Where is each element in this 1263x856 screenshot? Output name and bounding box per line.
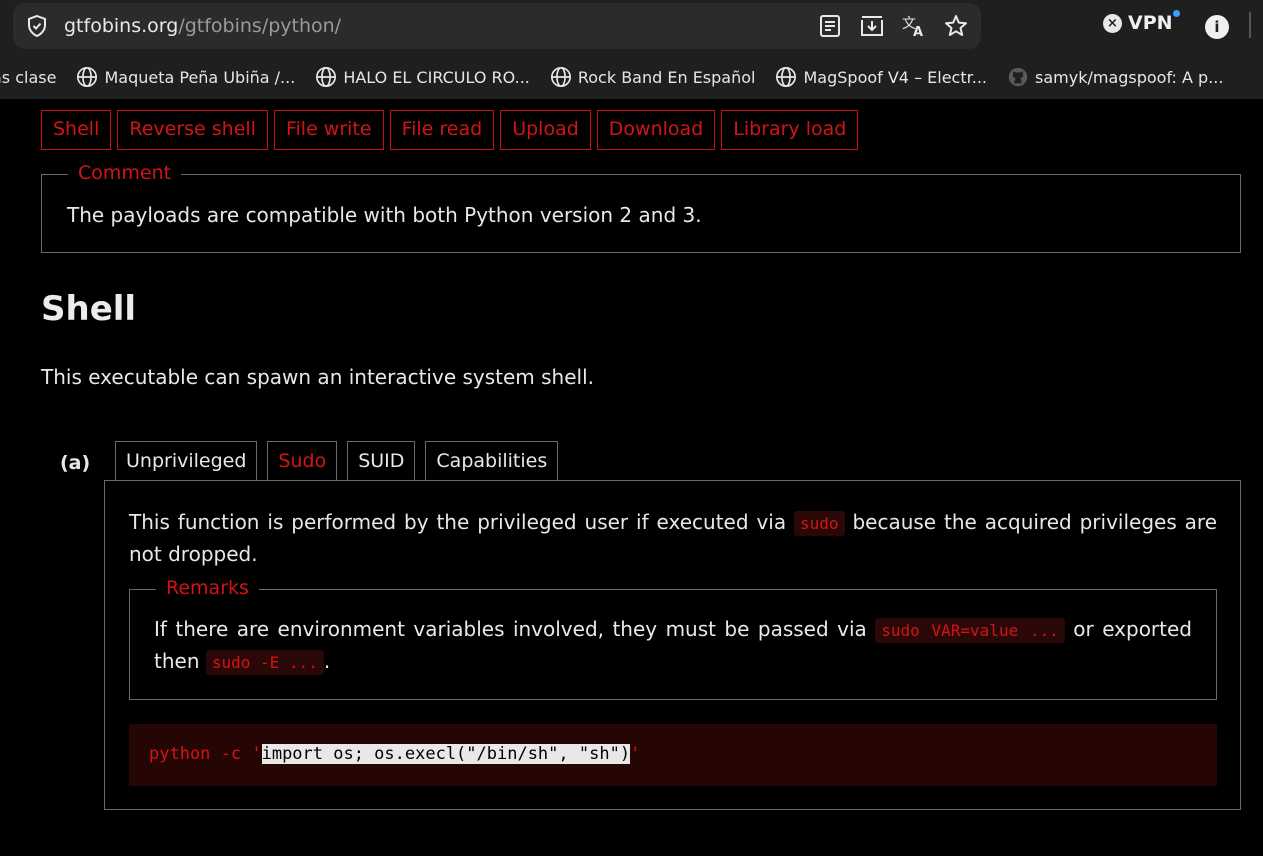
vpn-button[interactable]: × VPN [1103, 10, 1180, 34]
section-title: Shell [41, 289, 137, 329]
tab-sudo[interactable]: Sudo [267, 441, 338, 481]
inline-code: sudo VAR=value ... [875, 618, 1065, 643]
install-app-icon[interactable] [857, 13, 887, 39]
comment-box: Comment The payloads are compatible with… [41, 162, 1241, 253]
bookmark-item[interactable]: MagSpoof V4 – Electr... [775, 66, 987, 88]
globe-icon [776, 67, 797, 87]
status-dot [1173, 10, 1180, 17]
function-tabs: Shell Reverse shell File write File read… [41, 110, 859, 150]
bookmark-item[interactable]: Rock Band En Español [550, 66, 756, 88]
bookmark-item[interactable]: as clase [0, 68, 56, 87]
github-icon [1008, 67, 1028, 87]
code-line[interactable]: python -c 'import os; os.execl("/bin/sh"… [149, 744, 640, 764]
url-text[interactable]: gtfobins.org/gtfobins/python/ [64, 15, 341, 37]
bookmark-label: samyk/magspoof: A p... [1035, 67, 1224, 87]
page-content: Shell Reverse shell File write File read… [0, 99, 1263, 856]
comment-legend: Comment [68, 162, 182, 184]
shield-icon[interactable] [25, 14, 49, 38]
bookmarks-bar: as clase Maqueta Peña Ubiña /... HALO EL… [0, 62, 1263, 92]
code-suffix: ' [630, 744, 641, 764]
remarks-legend: Remarks [156, 577, 259, 599]
example-label: (a) [60, 452, 91, 474]
globe-icon [316, 67, 337, 87]
close-icon: × [1103, 13, 1122, 33]
function-tab-download[interactable]: Download [596, 110, 716, 150]
text-fragment: . [323, 649, 331, 673]
inline-code: sudo -E ... [205, 650, 324, 675]
url-host: gtfobins.org [64, 15, 179, 37]
vpn-label: VPN [1128, 12, 1173, 34]
function-tab-library-load[interactable]: Library load [721, 110, 859, 150]
bookmark-star-icon[interactable] [941, 13, 971, 39]
reader-mode-icon[interactable] [815, 13, 845, 39]
address-bar[interactable]: gtfobins.org/gtfobins/python/ 文A [13, 3, 981, 49]
context-tabs: Unprivileged Sudo SUID Capabilities [115, 441, 559, 481]
svg-text:A: A [913, 25, 923, 38]
remarks-text: If there are environment variables invol… [154, 614, 1192, 678]
bookmark-label: Maqueta Peña Ubiña /... [104, 67, 296, 87]
tab-suid[interactable]: SUID [347, 441, 416, 481]
function-tab-file-read[interactable]: File read [389, 110, 495, 150]
globe-icon [550, 67, 571, 87]
bookmark-item[interactable]: Maqueta Peña Ubiña /... [76, 66, 295, 88]
tab-unprivileged[interactable]: Unprivileged [115, 441, 258, 481]
function-tab-reverse-shell[interactable]: Reverse shell [117, 110, 268, 150]
comment-text: The payloads are compatible with both Py… [67, 203, 702, 227]
translate-icon[interactable]: 文A [899, 13, 929, 39]
panel-description: This function is performed by the privil… [129, 507, 1217, 570]
function-tab-upload[interactable]: Upload [500, 110, 591, 150]
section-description: This executable can spawn an interactive… [41, 365, 595, 389]
function-tab-file-write[interactable]: File write [273, 110, 384, 150]
code-selection[interactable]: import os; os.execl("/bin/sh", "sh") [261, 744, 631, 764]
inline-code: sudo [794, 511, 845, 536]
url-path: /gtfobins/python/ [178, 15, 342, 37]
tab-capabilities[interactable]: Capabilities [425, 441, 559, 481]
toolbar-divider [1249, 12, 1251, 38]
remarks-box: Remarks If there are environment variabl… [129, 577, 1217, 700]
function-tab-shell[interactable]: Shell [41, 110, 112, 150]
browser-chrome: gtfobins.org/gtfobins/python/ 文A × VPN i… [0, 0, 1263, 99]
bookmark-label: MagSpoof V4 – Electr... [803, 67, 987, 87]
globe-icon [77, 67, 98, 87]
info-icon[interactable]: i [1205, 15, 1229, 39]
text-fragment: This function is performed by the privil… [129, 510, 795, 534]
code-block[interactable]: python -c 'import os; os.execl("/bin/sh"… [129, 724, 1217, 786]
bookmark-label: Rock Band En Español [577, 67, 756, 87]
bookmark-label: HALO EL CIRCULO RO... [343, 67, 530, 87]
tab-panel: This function is performed by the privil… [104, 480, 1241, 810]
code-prefix: python -c ' [149, 744, 262, 764]
bookmark-label: as clase [0, 67, 57, 87]
bookmark-item[interactable]: samyk/magspoof: A p... [1007, 66, 1223, 88]
text-fragment: If there are environment variables invol… [154, 617, 876, 641]
bookmark-item[interactable]: HALO EL CIRCULO RO... [315, 66, 530, 88]
